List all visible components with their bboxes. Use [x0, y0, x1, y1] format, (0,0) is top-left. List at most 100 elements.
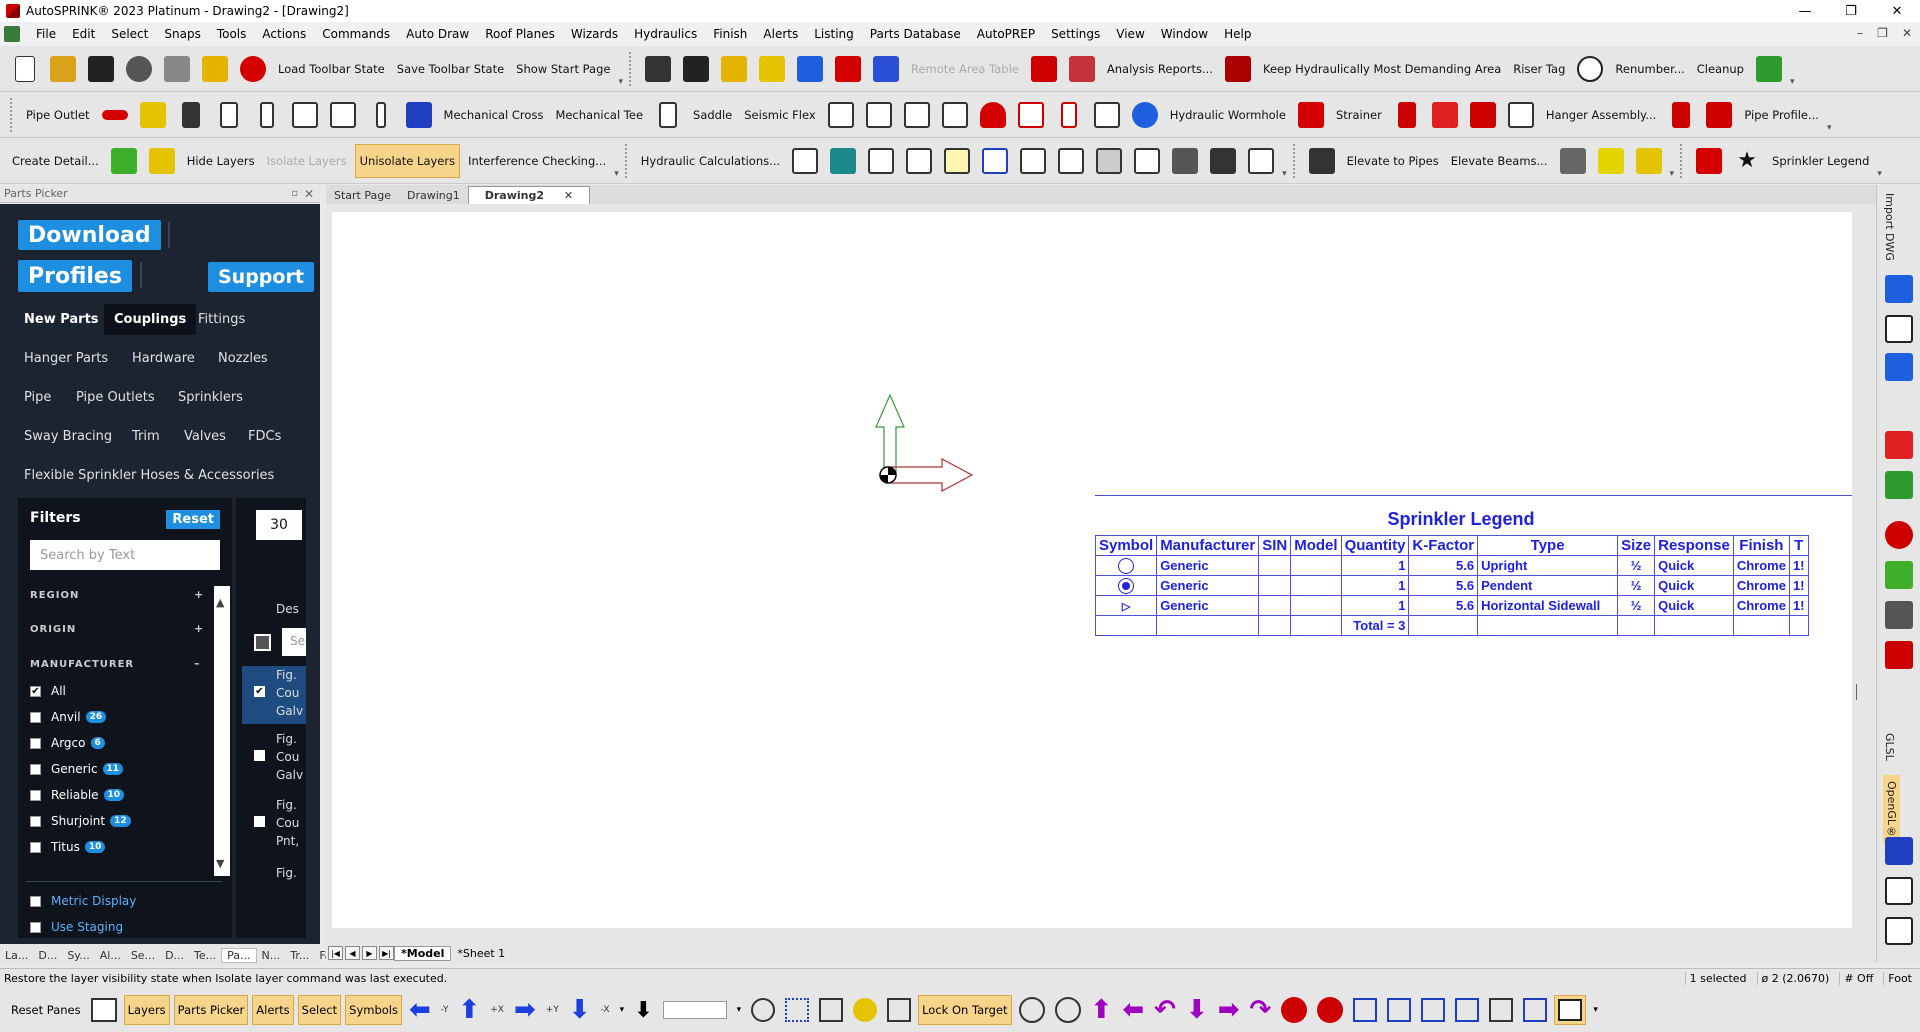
- rotate-tool-icon[interactable]: [1885, 561, 1913, 589]
- value-input[interactable]: [660, 995, 730, 1025]
- reset-panes-button[interactable]: Reset Panes: [8, 995, 84, 1025]
- toolbar-dropdown-icon[interactable]: ▾: [1790, 77, 1795, 91]
- toolbar-grip[interactable]: [628, 51, 635, 86]
- load-toolbar-state-button[interactable]: Load Toolbar State: [274, 52, 389, 86]
- prev-tab-button[interactable]: ◀: [345, 946, 360, 960]
- plane-view-icon[interactable]: [1520, 995, 1550, 1025]
- analysis-icon[interactable]: [1065, 52, 1099, 86]
- checkbox[interactable]: [30, 789, 41, 801]
- mechanical-tee-button[interactable]: Mechanical Tee: [551, 98, 647, 132]
- arc-tool-icon[interactable]: [1885, 521, 1913, 549]
- window-icon[interactable]: [1244, 144, 1278, 178]
- settings-gear-icon[interactable]: [122, 52, 156, 86]
- elevate-to-pipes-button[interactable]: Elevate to Pipes: [1343, 144, 1443, 178]
- category-flexible-hoses[interactable]: Flexible Sprinkler Hoses & Accessories: [24, 468, 274, 483]
- toolbar-dropdown-icon[interactable]: ▾: [1827, 123, 1832, 137]
- detail-icon[interactable]: [107, 144, 141, 178]
- unisolate-layers-button[interactable]: Unisolate Layers: [354, 143, 461, 178]
- menu-alerts[interactable]: Alerts: [755, 27, 806, 41]
- note-icon[interactable]: [940, 144, 974, 178]
- mdi-close-button[interactable]: ✕: [1902, 26, 1912, 40]
- pipe-tool-icon[interactable]: [641, 52, 675, 86]
- tab-model[interactable]: *Model: [394, 945, 452, 961]
- sprinkler-colored-icon[interactable]: [793, 52, 827, 86]
- open-folder-icon[interactable]: [46, 52, 80, 86]
- lock-on-target-toggle[interactable]: Lock On Target: [918, 995, 1012, 1025]
- pin-icon[interactable]: ▫: [291, 188, 298, 199]
- region-filter[interactable]: REGION +: [30, 588, 203, 601]
- star-icon[interactable]: ★: [1730, 144, 1764, 178]
- scroll-down-icon[interactable]: ▼: [216, 857, 224, 870]
- rotate-left-icon[interactable]: ↶: [1151, 995, 1179, 1025]
- minimize-button[interactable]: —: [1782, 0, 1828, 22]
- category-hardware[interactable]: Hardware: [132, 351, 195, 366]
- checkbox[interactable]: [30, 763, 41, 775]
- pane-tab-parts-picker[interactable]: Pa...: [221, 947, 257, 963]
- toolbar-dropdown-icon[interactable]: ▾: [618, 77, 623, 91]
- hide-layers-icon[interactable]: [145, 144, 179, 178]
- glsl-tab[interactable]: GLSL: [1883, 733, 1896, 761]
- manufacturer-option-argco[interactable]: Argco 6: [30, 736, 105, 750]
- bracket-icon[interactable]: [1632, 144, 1666, 178]
- view-top-icon[interactable]: [1350, 995, 1380, 1025]
- toolbar-dropdown-icon[interactable]: ▾: [1590, 995, 1601, 1025]
- book-icon[interactable]: [826, 144, 860, 178]
- category-new-parts[interactable]: New Parts: [24, 312, 99, 327]
- menu-help[interactable]: Help: [1216, 27, 1259, 41]
- sprinkler-legend-button[interactable]: Sprinkler Legend: [1768, 144, 1873, 178]
- pipe-outlet-button[interactable]: Pipe Outlet: [22, 98, 94, 132]
- manufacturer-option-reliable[interactable]: Reliable 10: [30, 788, 125, 802]
- toolbar-grip[interactable]: [1292, 143, 1299, 178]
- show-start-page-button[interactable]: Show Start Page: [512, 52, 614, 86]
- toolbar-grip[interactable]: [1680, 143, 1686, 178]
- saddle-icon[interactable]: [651, 98, 685, 132]
- mechanical-cross-button[interactable]: Mechanical Cross: [440, 98, 548, 132]
- checkbox[interactable]: [254, 816, 265, 827]
- nipple-icon[interactable]: [250, 98, 284, 132]
- document-icon[interactable]: [4, 26, 20, 42]
- result-row[interactable]: Fig. Cou Pnt,: [242, 796, 306, 854]
- units-status[interactable]: Foot: [1883, 972, 1916, 985]
- layers-toggle[interactable]: Layers: [123, 995, 170, 1025]
- menu-roof-planes[interactable]: Roof Planes: [477, 27, 563, 41]
- arrow-right-icon[interactable]: ➡: [511, 995, 539, 1025]
- grid-select-icon[interactable]: [782, 995, 812, 1025]
- print-preview-icon[interactable]: [1092, 144, 1126, 178]
- display-icon[interactable]: [1885, 877, 1913, 905]
- red-pipe-stack-icon[interactable]: [1692, 144, 1726, 178]
- category-valves[interactable]: Valves: [184, 429, 226, 444]
- image-icon[interactable]: [1130, 144, 1164, 178]
- printer-icon[interactable]: [1168, 144, 1202, 178]
- result-row[interactable]: Fig. Cou Galv: [242, 730, 306, 788]
- rotate-right-icon[interactable]: ↷: [1247, 995, 1275, 1025]
- hanger-box-icon[interactable]: [1504, 98, 1538, 132]
- checkbox[interactable]: [254, 750, 265, 761]
- dimension-icon[interactable]: [978, 144, 1012, 178]
- cleanup-button[interactable]: Cleanup: [1693, 52, 1748, 86]
- next-tab-button[interactable]: ▶: [362, 946, 377, 960]
- create-detail-button[interactable]: Create Detail...: [8, 144, 103, 178]
- down-arrow-black-icon[interactable]: ⬇: [631, 995, 655, 1025]
- view-iso-icon[interactable]: [1452, 995, 1482, 1025]
- renumber-icon[interactable]: [1573, 52, 1607, 86]
- pane-tab-d[interactable]: D...: [33, 949, 62, 962]
- menu-autoprep[interactable]: AutoPREP: [969, 27, 1043, 41]
- parts-picker-toggle[interactable]: Parts Picker: [173, 995, 249, 1025]
- reducer-icon[interactable]: [364, 98, 398, 132]
- alerts-toggle[interactable]: Alerts: [252, 995, 294, 1025]
- sprinkler-yellow-icon[interactable]: [755, 52, 789, 86]
- target-icon[interactable]: [884, 995, 914, 1025]
- menu-window[interactable]: Window: [1153, 27, 1216, 41]
- pan-up-icon[interactable]: ⬆: [1088, 995, 1116, 1025]
- plotter-icon[interactable]: [1206, 144, 1240, 178]
- save-toolbar-state-button[interactable]: Save Toolbar State: [393, 52, 508, 86]
- search-input[interactable]: Search by Text: [30, 540, 220, 570]
- saddle-button[interactable]: Saddle: [689, 98, 736, 132]
- toolbar-dropdown-icon[interactable]: ▾: [734, 995, 745, 1025]
- checkbox-checked[interactable]: ✔: [30, 685, 41, 697]
- keep-hydraulically-button[interactable]: Keep Hydraulically Most Demanding Area: [1259, 52, 1505, 86]
- select-toggle[interactable]: Select: [297, 995, 342, 1025]
- toolbar-dropdown-icon[interactable]: ▾: [1877, 169, 1882, 183]
- chart-icon[interactable]: [788, 144, 822, 178]
- beam-icon[interactable]: [1556, 144, 1590, 178]
